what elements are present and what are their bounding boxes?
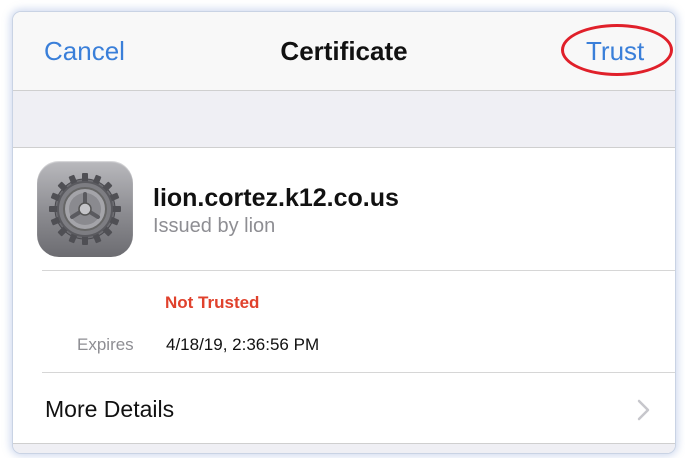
gear-icon bbox=[37, 161, 133, 257]
trust-button[interactable]: Trust bbox=[586, 36, 644, 67]
more-details-row[interactable]: More Details bbox=[13, 373, 675, 443]
certificate-sheet: Cancel Certificate Trust lion.cortez.k12… bbox=[13, 12, 675, 453]
chevron-right-icon bbox=[637, 399, 651, 426]
divider bbox=[42, 270, 675, 271]
section-spacer bbox=[13, 91, 675, 148]
certificate-issuer: Issued by lion bbox=[153, 215, 276, 237]
certificate-name: lion.cortez.k12.co.us bbox=[153, 184, 399, 212]
navigation-bar: Cancel Certificate Trust bbox=[13, 12, 675, 91]
expires-value: 4/18/19, 2:36:56 PM bbox=[166, 335, 320, 354]
more-details-label: More Details bbox=[45, 396, 175, 422]
trust-status: Not Trusted bbox=[165, 293, 260, 312]
trust-button-annotation: Trust bbox=[561, 24, 673, 76]
section-footer bbox=[13, 443, 675, 453]
expires-label: Expires bbox=[77, 335, 134, 354]
